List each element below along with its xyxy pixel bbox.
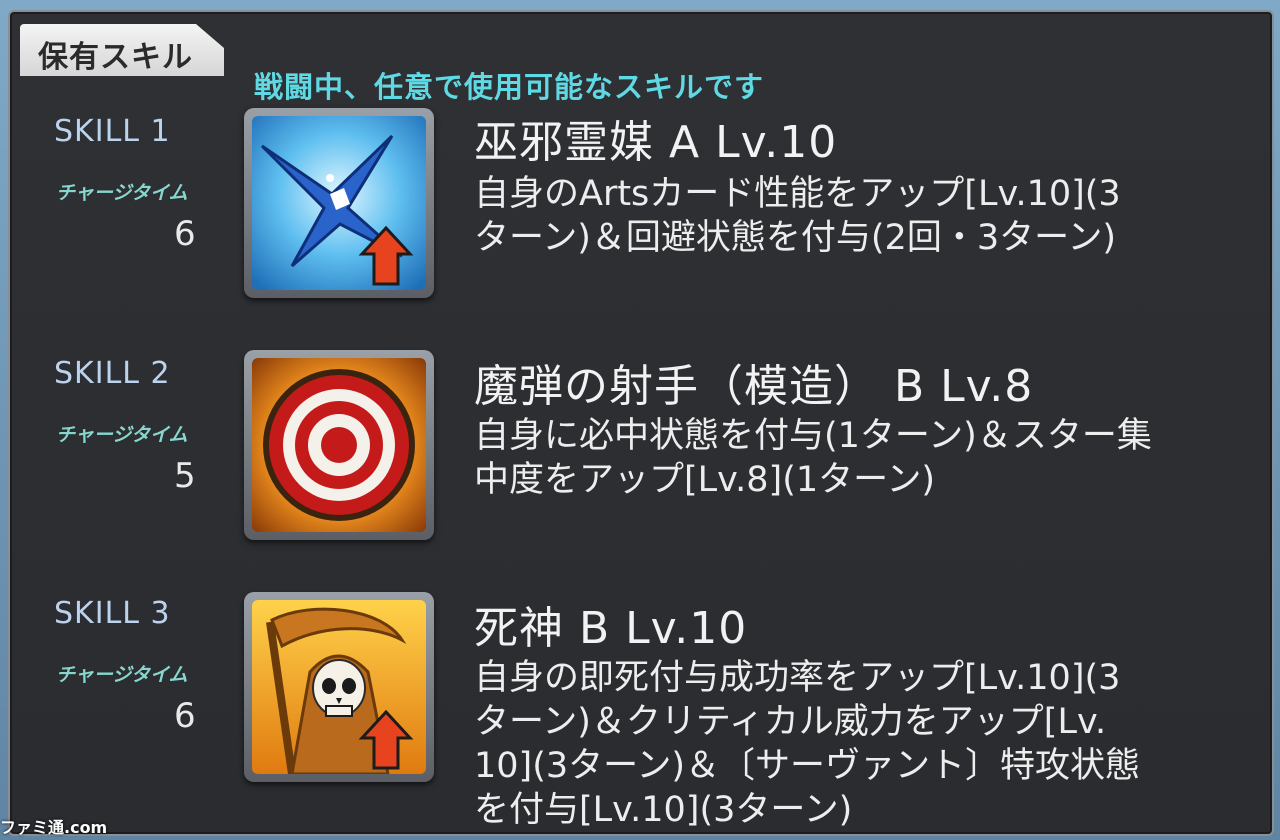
skill-number: SKILL 3	[54, 596, 171, 631]
skill-description: 自身に必中状態を付与(1ターン)＆スター集 中度をアップ[Lv.8](1ターン)	[474, 414, 1264, 502]
skill-number: SKILL 1	[54, 114, 171, 149]
skill-icon-frame[interactable]	[244, 592, 434, 782]
charge-time-label: チャージタイム	[56, 182, 188, 204]
charge-time-value: 6	[174, 696, 196, 736]
site-watermark: ファミ通.com	[0, 818, 108, 837]
skill-icon-frame[interactable]	[244, 350, 434, 540]
target-icon	[252, 358, 426, 532]
charge-time-label: チャージタイム	[56, 664, 188, 686]
desc-line: 10](3ターン)＆〔サーヴァント〕特攻状態	[474, 746, 1141, 786]
skill-name: 巫邪霊媒 A Lv.10	[474, 117, 838, 168]
reaper-skull-icon	[252, 600, 426, 774]
desc-line: 自身の即死付与成功率をアップ[Lv.10](3	[474, 658, 1121, 698]
charge-time-value: 6	[174, 214, 196, 254]
desc-line: 自身のArtsカード性能をアップ[Lv.10](3	[474, 174, 1121, 214]
desc-line: 自身に必中状態を付与(1ターン)＆スター集	[474, 416, 1152, 456]
desc-line: 中度をアップ[Lv.8](1ターン)	[474, 460, 936, 500]
skill-number: SKILL 2	[54, 356, 171, 391]
skill-panel: 保有スキル 戦闘中、任意で使用可能なスキルです SKILL 1 チャージタイム …	[8, 10, 1274, 836]
desc-line: を付与[Lv.10](3ターン)	[474, 790, 853, 830]
blue-arts-up-icon	[252, 116, 426, 290]
skill-name: 死神 B Lv.10	[474, 603, 748, 654]
skill-name: 魔弾の射手（模造） B Lv.8	[474, 361, 1034, 412]
skill-icon-frame[interactable]	[244, 108, 434, 298]
skill-description: 自身の即死付与成功率をアップ[Lv.10](3 ターン)＆クリティカル威力をアッ…	[474, 656, 1264, 832]
desc-line: ターン)＆回避状態を付与(2回・3ターン)	[474, 218, 1117, 258]
charge-time-label: チャージタイム	[56, 424, 188, 446]
skill-description: 自身のArtsカード性能をアップ[Lv.10](3 ターン)＆回避状態を付与(2…	[474, 172, 1264, 260]
tab-title: 保有スキル	[38, 40, 193, 75]
desc-line: ターン)＆クリティカル威力をアップ[Lv.	[474, 702, 1107, 742]
charge-time-value: 5	[174, 456, 196, 496]
panel-subtitle: 戦闘中、任意で使用可能なスキルです	[254, 70, 765, 104]
